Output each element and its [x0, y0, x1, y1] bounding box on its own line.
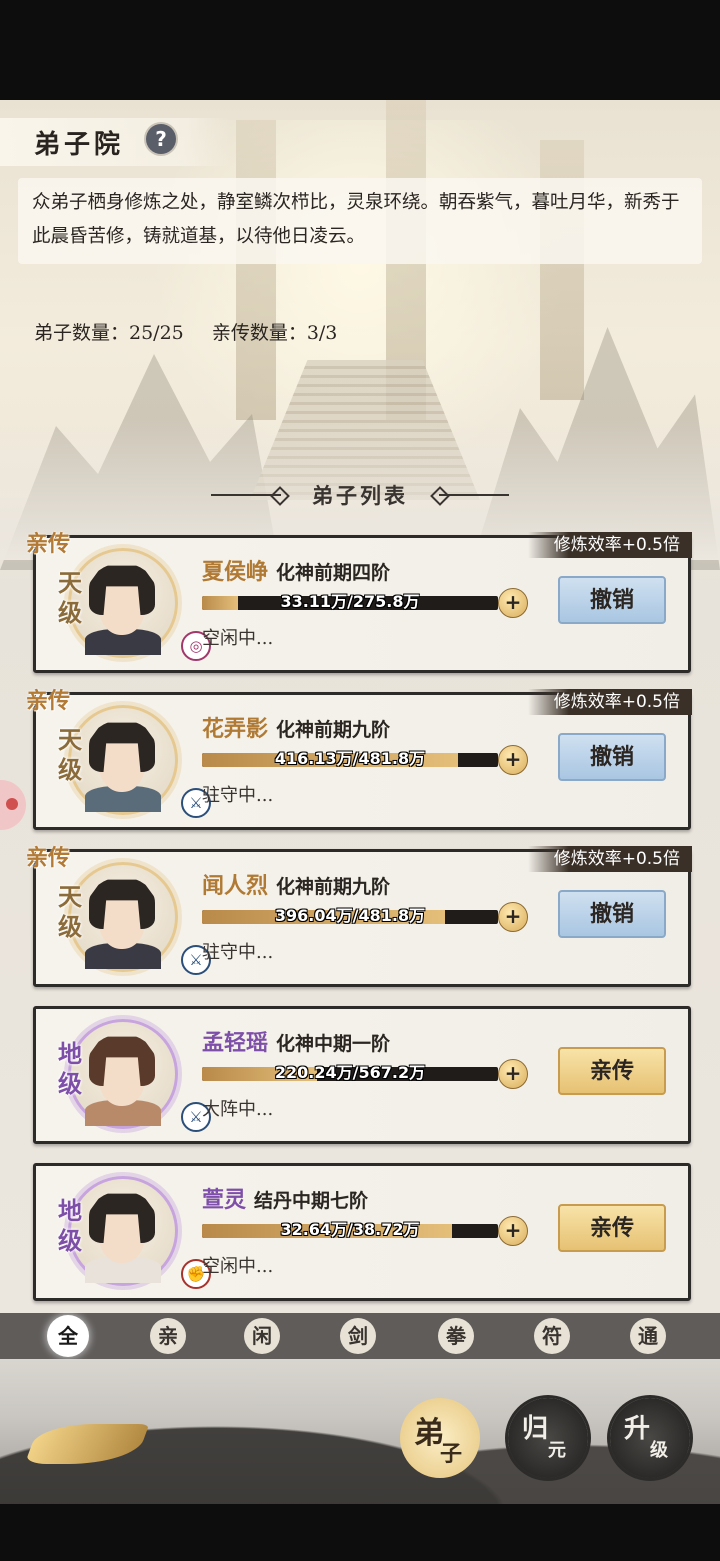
avatar[interactable]: ⚔: [68, 705, 211, 818]
disciple-name-row: 萱灵 结丹中期七阶: [202, 1182, 368, 1214]
ornament-right-icon: [439, 494, 510, 496]
efficiency-badge: 修炼效率+0.5倍: [527, 532, 692, 558]
disciple-count: 弟子数量：25/25: [34, 322, 184, 344]
description-panel: 众弟子栖身修炼之处，静室鳞次栉比，灵泉环绕。朝吞紫气，暮吐月华，新秀于此晨昏苦修…: [18, 178, 702, 264]
tab-upgrade-char1: 升: [624, 1414, 651, 1444]
bottom-letterbox: [0, 1504, 720, 1561]
avatar[interactable]: ⚔: [68, 1019, 211, 1132]
add-cultivation-button[interactable]: +: [498, 902, 528, 932]
add-cultivation-button[interactable]: +: [498, 588, 528, 618]
list-title: 弟子列表: [312, 483, 408, 508]
disciple-name-row: 闻人烈 化神前期九阶: [202, 868, 390, 900]
disciple-name-row: 夏侯峥 化神前期四阶: [202, 554, 390, 586]
counts-row: 弟子数量：25/25 亲传数量：3/3: [34, 318, 359, 345]
avatar[interactable]: ◎: [68, 548, 211, 661]
tab-return[interactable]: 归 元: [508, 1398, 588, 1478]
tab-return-char1: 归: [522, 1414, 549, 1444]
description-text: 众弟子栖身修炼之处，静室鳞次栉比，灵泉环绕。朝吞紫气，暮吐月华，新秀于此晨昏苦修…: [32, 192, 680, 247]
filter-idle[interactable]: 闲: [244, 1318, 280, 1354]
status-text: 空闲中...: [202, 628, 274, 649]
disciple-card[interactable]: ⚔ 地级 孟轻瑶 化神中期一阶 220.24万/567.2万 + 大阵中... 亲…: [33, 1006, 691, 1144]
inner-disciple-tag: 亲传: [26, 688, 71, 714]
progress-text: 396.04万/481.8万: [274, 906, 426, 925]
filter-sword[interactable]: 剑: [340, 1318, 376, 1354]
avatar[interactable]: ⚔: [68, 862, 211, 975]
filter-general[interactable]: 通: [630, 1318, 666, 1354]
filter-all[interactable]: 全: [50, 1318, 86, 1354]
disciple-name: 闻人烈: [202, 873, 269, 899]
status-text: 驻守中...: [202, 942, 274, 963]
avatar[interactable]: ✊: [68, 1176, 211, 1289]
filter-fist[interactable]: 拳: [438, 1318, 474, 1354]
ornament-left-icon: [210, 494, 281, 496]
status-text: 空闲中...: [202, 1256, 274, 1277]
status-text: 大阵中...: [202, 1099, 274, 1120]
filter-talisman[interactable]: 符: [534, 1318, 570, 1354]
inner-disciple-count: 亲传数量：3/3: [211, 322, 338, 344]
promote-button[interactable]: 亲传: [558, 1047, 666, 1095]
progress-text: 32.64万/38.72万: [280, 1220, 420, 1239]
tab-disciples[interactable]: 弟 子: [400, 1398, 480, 1478]
disciple-name: 夏侯峥: [202, 559, 269, 585]
grade-label: 天级: [58, 882, 82, 941]
realm-label: 化神中期一阶: [276, 1033, 391, 1055]
disciple-card[interactable]: 亲传 修炼效率+0.5倍 ◎ 天级 夏侯峥 化神前期四阶 33.11万/275.8…: [26, 531, 692, 673]
progress-text: 416.13万/481.8万: [274, 749, 426, 768]
revoke-button[interactable]: 撤销: [558, 576, 666, 624]
grade-label: 地级: [58, 1039, 82, 1098]
tab-upgrade-char2: 级: [650, 1440, 668, 1461]
tab-upgrade[interactable]: 升 级: [610, 1398, 690, 1478]
status-text: 驻守中...: [202, 785, 274, 806]
grade-label: 地级: [58, 1196, 82, 1255]
tab-return-char2: 元: [548, 1440, 566, 1461]
add-cultivation-button[interactable]: +: [498, 1059, 528, 1089]
efficiency-badge: 修炼效率+0.5倍: [527, 846, 692, 872]
progress-text: 33.11万/275.8万: [280, 592, 420, 611]
add-cultivation-button[interactable]: +: [498, 1216, 528, 1246]
help-icon[interactable]: ?: [146, 124, 176, 154]
promote-button[interactable]: 亲传: [558, 1204, 666, 1252]
efficiency-badge: 修炼效率+0.5倍: [527, 689, 692, 715]
progress-text: 220.24万/567.2万: [274, 1063, 426, 1082]
disciple-card[interactable]: 亲传 修炼效率+0.5倍 ⚔ 天级 花弄影 化神前期九阶 416.13万/481.…: [26, 688, 692, 830]
disciple-card[interactable]: ✊ 地级 萱灵 结丹中期七阶 32.64万/38.72万 + 空闲中... 亲传: [33, 1163, 691, 1301]
grade-label: 天级: [58, 725, 82, 784]
top-letterbox: [0, 0, 720, 100]
add-cultivation-button[interactable]: +: [498, 745, 528, 775]
revoke-button[interactable]: 撤销: [558, 890, 666, 938]
tab-disciples-char2: 子: [440, 1441, 463, 1467]
realm-label: 结丹中期七阶: [254, 1190, 369, 1212]
inner-disciple-tag: 亲传: [26, 845, 71, 871]
disciple-name: 花弄影: [202, 716, 269, 742]
disciple-name-row: 花弄影 化神前期九阶: [202, 711, 390, 743]
inner-disciple-tag: 亲传: [26, 531, 71, 557]
filter-inner[interactable]: 亲: [150, 1318, 186, 1354]
realm-label: 化神前期九阶: [276, 876, 391, 898]
realm-label: 化神前期九阶: [276, 719, 391, 741]
disciple-name-row: 孟轻瑶 化神中期一阶: [202, 1025, 390, 1057]
realm-label: 化神前期四阶: [276, 562, 391, 584]
disciple-name: 孟轻瑶: [202, 1030, 269, 1056]
grade-label: 天级: [58, 568, 82, 627]
revoke-button[interactable]: 撤销: [558, 733, 666, 781]
page-title: 弟子院: [34, 130, 125, 160]
disciple-card[interactable]: 亲传 修炼效率+0.5倍 ⚔ 天级 闻人烈 化神前期九阶 396.04万/481.…: [26, 845, 692, 987]
list-header: 弟子列表: [0, 480, 720, 514]
disciple-name: 萱灵: [202, 1187, 247, 1213]
